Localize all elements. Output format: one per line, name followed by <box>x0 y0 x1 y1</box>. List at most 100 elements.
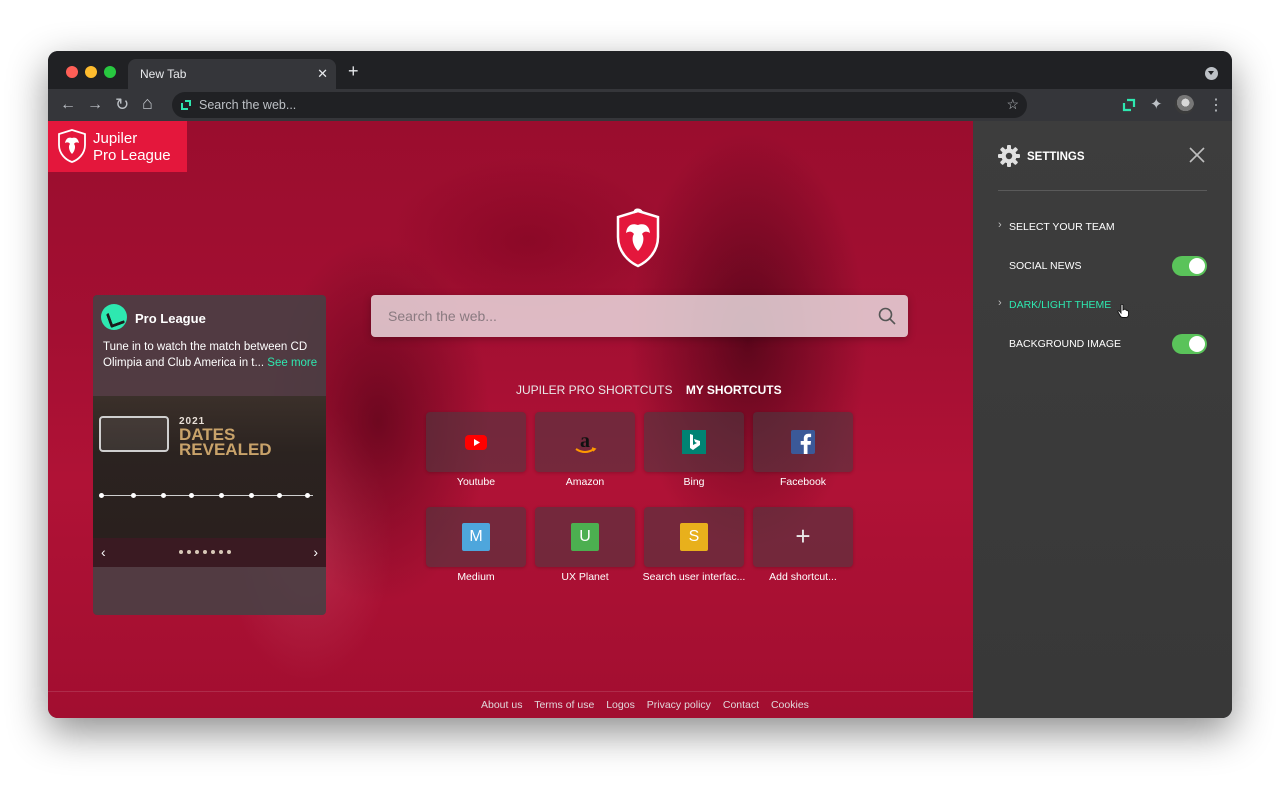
timeline-dot <box>277 493 282 498</box>
back-arrow-icon[interactable]: ← <box>60 95 76 115</box>
svg-text:a: a <box>580 430 590 452</box>
settings-panel: SETTINGS › SELECT YOUR TEAM SOCIAL NEWS … <box>973 121 1232 718</box>
hand-cursor-icon <box>1117 304 1129 318</box>
browser-window: New Tab ✕ + ← → ↻ ⌂ Search the web... ☆ … <box>48 51 1232 718</box>
tab-new-tab[interactable]: New Tab ✕ <box>128 59 336 89</box>
footer-link-contact[interactable]: Contact <box>723 699 759 711</box>
close-icon[interactable] <box>1187 145 1207 165</box>
shortcut-label: Search user interfac... <box>642 571 746 583</box>
shortcut-search-ui[interactable]: S <box>644 507 744 567</box>
news-image[interactable]: 2021 DATES REVEALED <box>93 396 326 538</box>
chevron-right-icon: › <box>998 297 1002 309</box>
plus-icon: + <box>795 521 811 551</box>
timeline-dot <box>305 493 310 498</box>
see-more-link[interactable]: See more <box>267 357 317 369</box>
footer-link-about[interactable]: About us <box>481 699 522 711</box>
forward-arrow-icon[interactable]: → <box>87 95 103 115</box>
shortcut-bing[interactable] <box>644 412 744 472</box>
close-window-button[interactable] <box>66 66 78 78</box>
tab-close-icon[interactable]: ✕ <box>317 66 328 82</box>
chevron-right-icon: › <box>998 219 1002 231</box>
timeline-dot <box>219 493 224 498</box>
bookmark-star-icon[interactable]: ☆ <box>1006 96 1019 113</box>
tab-search-icon[interactable] <box>1205 67 1218 80</box>
address-bar[interactable]: Search the web... ☆ <box>172 92 1027 118</box>
shortcut-medium[interactable]: M <box>426 507 526 567</box>
background-image-toggle[interactable] <box>1172 334 1207 354</box>
footer: About us Terms of use Logos Privacy poli… <box>48 691 973 718</box>
medium-icon: M <box>462 523 490 551</box>
shortcut-label: Youtube <box>456 476 496 488</box>
brand-logo[interactable]: Jupiler Pro League <box>48 121 187 172</box>
shortcut-amazon[interactable]: a <box>535 412 635 472</box>
carousel-dots[interactable] <box>179 550 231 554</box>
ux-planet-icon: U <box>571 523 599 551</box>
amazon-icon: a <box>575 430 597 453</box>
maximize-window-button[interactable] <box>104 66 116 78</box>
footer-link-logos[interactable]: Logos <box>606 699 635 711</box>
new-tab-page: Jupiler Pro League Pro League Tune in to… <box>48 121 973 718</box>
browser-menu-icon[interactable]: ⋮ <box>1208 95 1224 115</box>
news-source-title: Pro League <box>135 311 206 326</box>
tab-strip: New Tab ✕ + <box>48 51 1232 89</box>
facebook-icon <box>791 430 815 454</box>
search-placeholder: Search the web... <box>388 308 497 324</box>
carousel-nav: ‹ › <box>93 538 326 567</box>
shortcut-label: Amazon <box>565 476 605 488</box>
tab-my-shortcuts[interactable]: MY SHORTCUTS <box>686 383 782 397</box>
settings-item-social-news: SOCIAL NEWS <box>998 255 1207 277</box>
shortcut-label: Bing <box>683 476 705 488</box>
search-icon[interactable] <box>878 307 896 325</box>
carousel-next-icon[interactable]: › <box>313 544 318 560</box>
social-news-toggle[interactable] <box>1172 256 1207 276</box>
footer-link-terms[interactable]: Terms of use <box>534 699 594 711</box>
news-card[interactable]: Pro League Tune in to watch the match be… <box>93 295 326 615</box>
news-image-headline-2: REVEALED <box>179 440 272 459</box>
settings-item-label: BACKGROUND IMAGE <box>1009 338 1122 350</box>
settings-item-label: DARK/LIGHT THEME <box>1009 299 1112 311</box>
bull-crest-icon <box>616 208 660 268</box>
tab-title: New Tab <box>140 67 187 81</box>
shortcut-ux-planet[interactable]: U <box>535 507 635 567</box>
shortcut-youtube[interactable] <box>426 412 526 472</box>
settings-item-label: SELECT YOUR TEAM <box>1009 221 1115 233</box>
settings-title: SETTINGS <box>1027 151 1085 163</box>
timeline-dot <box>249 493 254 498</box>
settings-item-dark-light-theme[interactable]: › DARK/LIGHT THEME <box>998 294 1207 316</box>
pro-league-logo <box>101 304 127 330</box>
settings-item-background-image: BACKGROUND IMAGE <box>998 333 1207 355</box>
address-bar-placeholder: Search the web... <box>199 98 297 112</box>
footer-link-cookies[interactable]: Cookies <box>771 699 809 711</box>
home-icon[interactable]: ⌂ <box>142 93 153 113</box>
tab-jupiler-pro-shortcuts[interactable]: JUPILER PRO SHORTCUTS <box>516 383 672 397</box>
browser-toolbar: ← → ↻ ⌂ Search the web... ☆ ✦ ⋮ <box>48 89 1232 121</box>
add-shortcut-button[interactable]: + <box>753 507 853 567</box>
youtube-icon <box>465 435 487 450</box>
new-tab-button[interactable]: + <box>348 62 359 80</box>
brand-line-1: Jupiler <box>93 130 138 147</box>
carousel-prev-icon[interactable]: ‹ <box>101 544 106 560</box>
settings-divider <box>998 190 1207 191</box>
shortcut-label: Medium <box>457 571 495 583</box>
search-ui-icon: S <box>680 523 708 551</box>
pro-league-extension-icon[interactable] <box>1122 98 1136 112</box>
profile-avatar[interactable] <box>1175 95 1194 114</box>
shortcut-label: Add shortcut... <box>769 571 837 583</box>
reload-icon[interactable]: ↻ <box>115 95 129 115</box>
extensions-puzzle-icon[interactable]: ✦ <box>1150 95 1163 113</box>
pro-league-extension-icon <box>181 100 191 110</box>
news-image-headline: DATES REVEALED <box>179 426 272 459</box>
shortcut-label: Facebook <box>779 476 827 488</box>
footer-links: About us Terms of use Logos Privacy poli… <box>481 699 818 711</box>
footer-link-privacy[interactable]: Privacy policy <box>647 699 711 711</box>
search-input[interactable]: Search the web... <box>371 295 908 337</box>
brand-name: Jupiler Pro League <box>93 130 171 164</box>
bull-crest-icon <box>58 129 86 163</box>
shortcut-tabs: JUPILER PRO SHORTCUTS MY SHORTCUTS <box>516 383 782 397</box>
news-text: Tune in to watch the match between CD Ol… <box>103 339 318 371</box>
champions-league-logo <box>99 416 169 452</box>
settings-item-select-team[interactable]: › SELECT YOUR TEAM <box>998 216 1207 238</box>
bing-icon <box>682 430 706 454</box>
minimize-window-button[interactable] <box>85 66 97 78</box>
shortcut-facebook[interactable] <box>753 412 853 472</box>
